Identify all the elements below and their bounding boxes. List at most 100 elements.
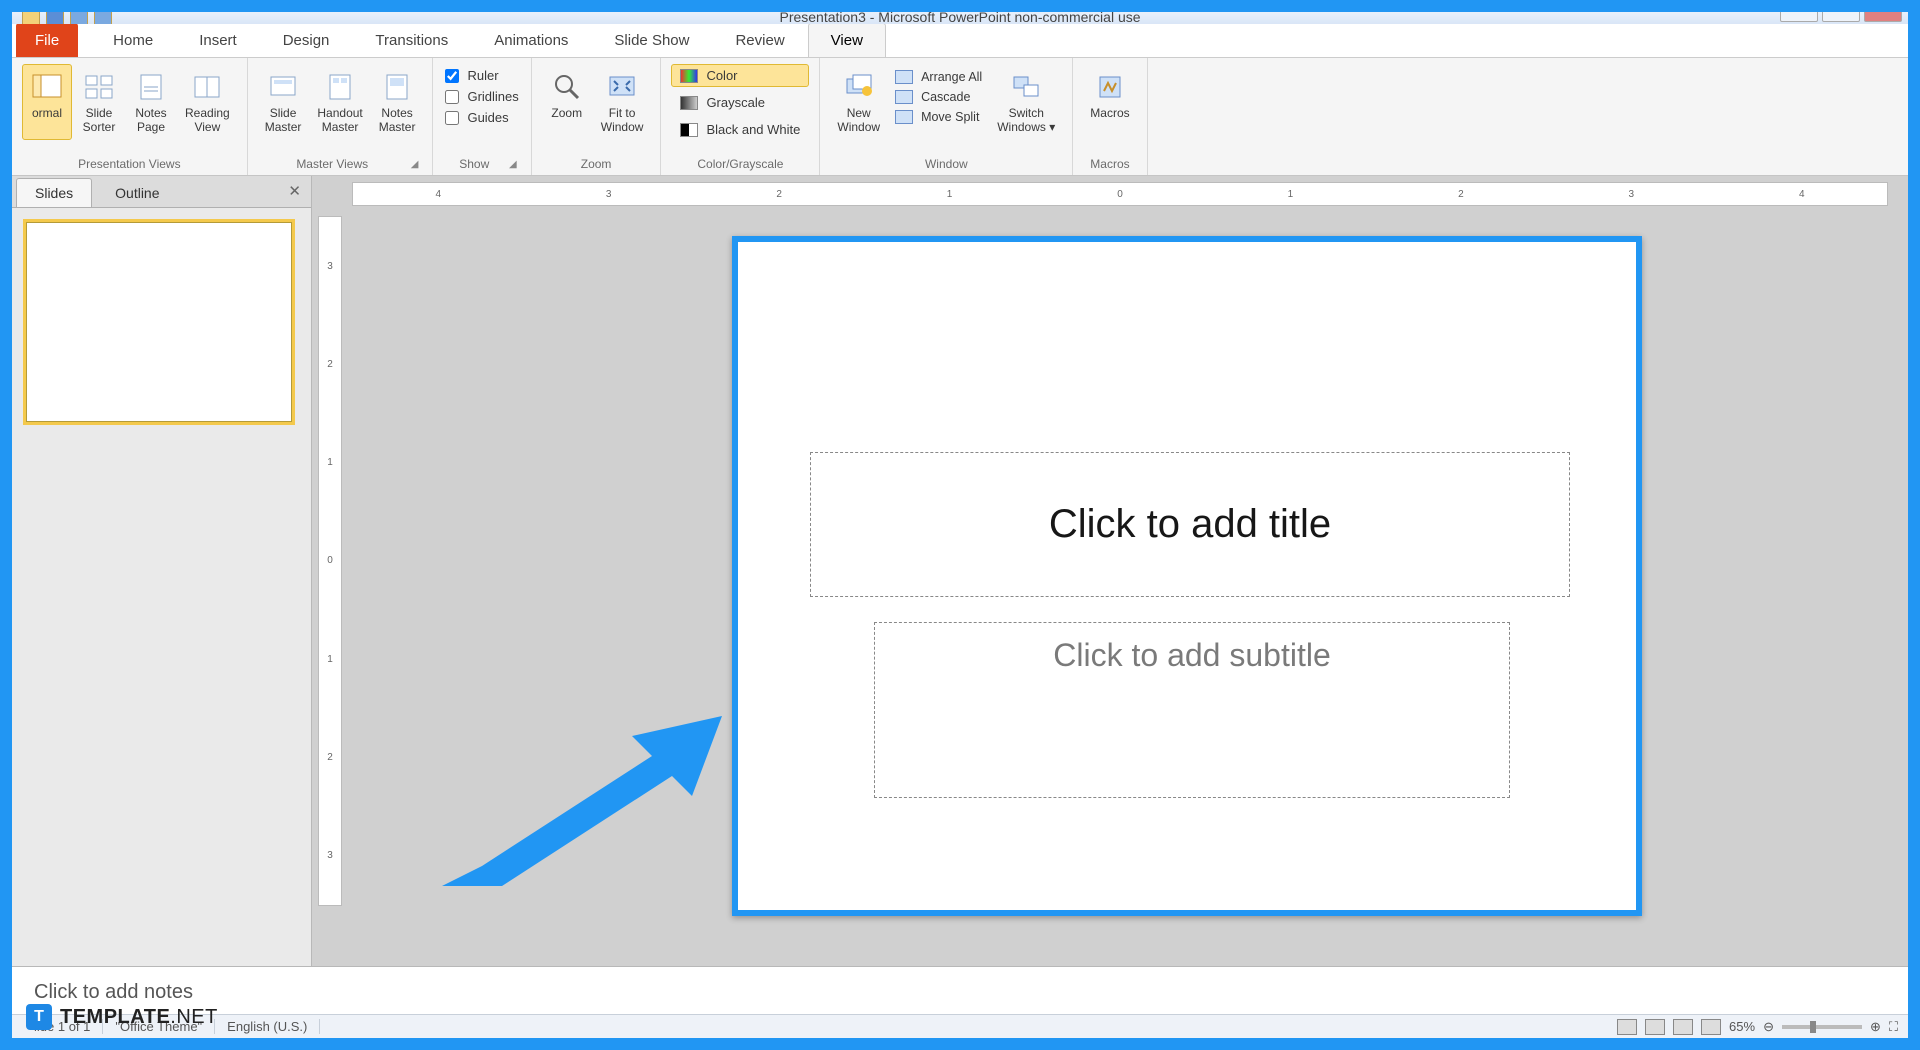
zoom-button[interactable]: Zoom xyxy=(542,64,592,140)
color-swatch-icon xyxy=(680,69,698,83)
slide-thumbnail-1[interactable] xyxy=(26,222,292,422)
split-icon xyxy=(895,110,913,124)
view-normal-icon[interactable] xyxy=(1617,1019,1637,1035)
tab-animations[interactable]: Animations xyxy=(471,23,591,57)
title-placeholder-text: Click to add title xyxy=(1049,502,1331,547)
gridlines-label: Gridlines xyxy=(467,89,518,104)
group-window: New Window Arrange All Cascade Move Spli… xyxy=(820,58,1073,175)
group-master-views: Slide Master Handout Master Notes Master… xyxy=(248,58,434,175)
color-label: Color xyxy=(706,68,737,83)
reading-view-icon xyxy=(189,69,225,105)
tab-home[interactable]: Home xyxy=(90,23,176,57)
switch-label: Switch Windows ▾ xyxy=(997,107,1055,135)
split-label: Move Split xyxy=(921,110,979,124)
dialog-launcher-icon[interactable]: ◢ xyxy=(407,159,423,170)
close-button[interactable] xyxy=(1864,12,1902,22)
new-window-button[interactable]: New Window xyxy=(830,64,887,140)
undo-icon[interactable] xyxy=(70,12,88,24)
new-window-label: New Window xyxy=(837,107,880,135)
guides-checkbox[interactable]: Guides xyxy=(445,110,518,125)
tab-file[interactable]: File xyxy=(16,23,78,57)
new-window-icon xyxy=(841,69,877,105)
subtitle-placeholder[interactable]: Click to add subtitle xyxy=(874,622,1510,798)
tab-transitions[interactable]: Transitions xyxy=(352,23,471,57)
tab-view[interactable]: View xyxy=(808,23,886,57)
notes-master-icon xyxy=(379,69,415,105)
gridlines-checkbox[interactable]: Gridlines xyxy=(445,89,518,104)
tab-review[interactable]: Review xyxy=(712,23,807,57)
fit-label: Fit to Window xyxy=(601,107,644,135)
maximize-button[interactable] xyxy=(1822,12,1860,22)
cascade-icon xyxy=(895,90,913,104)
slide-sorter-button[interactable]: Slide Sorter xyxy=(74,64,124,140)
fit-window-button[interactable]: Fit to Window xyxy=(594,64,651,140)
normal-view-icon xyxy=(29,69,65,105)
handout-master-icon xyxy=(322,69,358,105)
tab-insert[interactable]: Insert xyxy=(176,23,260,57)
handout-master-label: Handout Master xyxy=(317,107,362,135)
group-label: Zoom xyxy=(542,155,651,173)
bw-button[interactable]: Black and White xyxy=(671,118,809,141)
notes-label: Notes Page xyxy=(135,107,166,135)
group-label: Presentation Views xyxy=(22,155,237,173)
grayscale-button[interactable]: Grayscale xyxy=(671,91,809,114)
vertical-ruler: 3210123 xyxy=(318,216,342,906)
titlebar: Presentation3 - Microsoft PowerPoint non… xyxy=(12,12,1908,24)
group-label: Show xyxy=(443,155,505,173)
redo-icon[interactable] xyxy=(94,12,112,24)
notes-master-label: Notes Master xyxy=(379,107,416,135)
notes-page-icon xyxy=(133,69,169,105)
tab-slides[interactable]: Slides xyxy=(16,178,92,207)
ruler-checkbox[interactable]: Ruler xyxy=(445,68,518,83)
tab-design[interactable]: Design xyxy=(260,23,353,57)
reading-label: Reading View xyxy=(185,107,230,135)
window-controls xyxy=(1780,12,1902,22)
ribbon: ormal Slide Sorter Notes Page Reading Vi… xyxy=(12,58,1908,176)
zoom-slider[interactable] xyxy=(1782,1025,1862,1029)
view-slideshow-icon[interactable] xyxy=(1701,1019,1721,1035)
tab-outline[interactable]: Outline xyxy=(96,178,178,207)
save-icon[interactable] xyxy=(46,12,64,24)
notes-page-button[interactable]: Notes Page xyxy=(126,64,176,140)
grayscale-swatch-icon xyxy=(680,96,698,110)
slide-canvas[interactable]: Click to add title Click to add subtitle xyxy=(732,236,1642,916)
tab-slideshow[interactable]: Slide Show xyxy=(591,23,712,57)
notes-master-button[interactable]: Notes Master xyxy=(372,64,423,140)
view-reading-icon[interactable] xyxy=(1673,1019,1693,1035)
zoom-out-icon[interactable]: ⊖ xyxy=(1763,1019,1774,1035)
title-placeholder[interactable]: Click to add title xyxy=(810,452,1570,597)
canvas-area: 432101234 3210123 Click to add title Cli… xyxy=(312,176,1908,966)
view-sorter-icon[interactable] xyxy=(1645,1019,1665,1035)
macros-button[interactable]: Macros xyxy=(1083,64,1136,126)
ribbon-tabstrip: File Home Insert Design Transitions Anim… xyxy=(12,24,1908,58)
color-button[interactable]: Color xyxy=(671,64,809,87)
watermark: T TEMPLATE.NET xyxy=(26,1004,218,1030)
status-right: 65% ⊖ ⊕ ⛶ xyxy=(1617,1019,1898,1035)
fit-window-icon xyxy=(604,69,640,105)
group-label: Color/Grayscale xyxy=(671,155,809,173)
slide-master-icon xyxy=(265,69,301,105)
zoom-level: 65% xyxy=(1729,1019,1755,1034)
cascade-button[interactable]: Cascade xyxy=(889,88,988,106)
group-show: Ruler Gridlines Guides Show◢ xyxy=(433,58,531,175)
zoom-icon xyxy=(549,69,585,105)
arrange-all-button[interactable]: Arrange All xyxy=(889,68,988,86)
minimize-button[interactable] xyxy=(1780,12,1818,22)
workspace: Slides Outline ✕ 432101234 3210123 Click… xyxy=(12,176,1908,966)
slide-master-button[interactable]: Slide Master xyxy=(258,64,309,140)
switch-windows-button[interactable]: Switch Windows ▾ xyxy=(990,64,1062,140)
move-split-button[interactable]: Move Split xyxy=(889,108,988,126)
chevron-down-icon: ▾ xyxy=(1049,120,1055,134)
normal-view-button[interactable]: ormal xyxy=(22,64,72,140)
reading-view-button[interactable]: Reading View xyxy=(178,64,237,140)
close-pane-icon[interactable]: ✕ xyxy=(288,182,301,200)
zoom-in-icon[interactable]: ⊕ xyxy=(1870,1019,1881,1035)
fit-to-window-icon[interactable]: ⛶ xyxy=(1889,1019,1898,1035)
watermark-text: TEMPLATE.NET xyxy=(60,1006,218,1029)
group-zoom: Zoom Fit to Window Zoom xyxy=(532,58,662,175)
handout-master-button[interactable]: Handout Master xyxy=(310,64,369,140)
bw-swatch-icon xyxy=(680,123,698,137)
slide-master-label: Slide Master xyxy=(265,107,302,135)
dialog-launcher-icon[interactable]: ◢ xyxy=(505,159,521,170)
status-language[interactable]: English (U.S.) xyxy=(215,1019,320,1034)
